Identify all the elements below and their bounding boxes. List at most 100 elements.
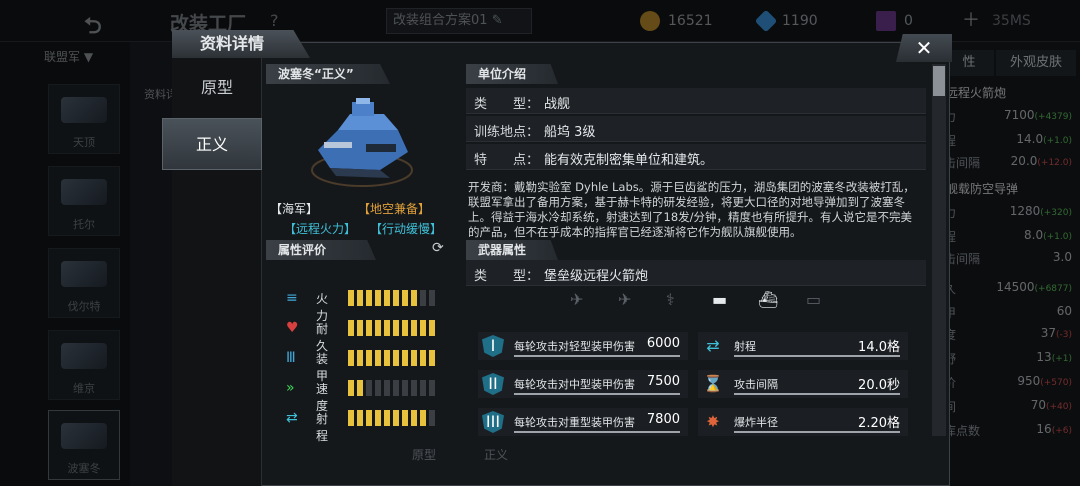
heart-icon: ♥ (286, 320, 299, 336)
stat-bar-segment (429, 320, 435, 336)
stat-bar (348, 410, 435, 426)
light-armor-icon: I (482, 335, 504, 357)
stat-underline (514, 393, 680, 395)
helicopter-icon: ⚕ (666, 290, 675, 309)
weapon-stat-label: 每轮攻击对重型装甲伤害 (514, 416, 635, 429)
stat-bar-segment (402, 290, 408, 306)
range-icon: ⇄ (286, 410, 298, 426)
intro-feature: 特 点： 能有效克制密集单位和建筑。 (466, 144, 926, 170)
tag-slow: 【行动缓慢】 (370, 222, 443, 236)
stat-bar-segment (420, 350, 426, 366)
intro-header: 单位介绍 (466, 64, 558, 84)
firepower-icon: ≡ (286, 290, 298, 306)
heavy-armor-icon: III (482, 411, 504, 433)
tag-navy: 【海军】 (270, 202, 319, 216)
stat-label: 耐久 (316, 322, 329, 353)
variant-tabs: 原型 正义 (162, 58, 262, 486)
stat-bar-segment (393, 350, 399, 366)
scroll-thumb[interactable] (933, 66, 945, 96)
stat-bar-segment (357, 350, 363, 366)
stat-bar (348, 350, 435, 366)
stat-bar-segment (375, 410, 381, 426)
stat-label: 速度 (316, 382, 329, 413)
weapon-stat-value: 7500 (646, 374, 680, 389)
intro-key: 特 点： (474, 153, 540, 168)
weapon-stat-value: 6000 (646, 336, 680, 351)
weapon-type-key: 类 型： (474, 269, 540, 284)
stat-bar-segment (429, 380, 435, 396)
close-icon: ✕ (915, 36, 933, 60)
range-icon: ⇄ (706, 336, 720, 355)
stat-bar-segment (420, 290, 426, 306)
weapon-stat-value: 14.0格 (858, 340, 900, 355)
intro-location: 训练地点： 船坞 3级 (466, 116, 926, 142)
stat-bar-segment (393, 410, 399, 426)
weapon-stat: II 每轮攻击对中型装甲伤害 7500 (478, 370, 688, 398)
fighter-icon: ✈ (570, 290, 584, 309)
intro-value: 船坞 3级 (544, 125, 596, 140)
stat-underline (734, 355, 900, 357)
scrollbar[interactable] (932, 64, 946, 436)
stat-underline (514, 431, 680, 433)
weapon-stat-label: 每轮攻击对轻型装甲伤害 (514, 340, 635, 353)
stat-bar-segment (420, 320, 426, 336)
stat-bar-segment (402, 380, 408, 396)
stat-bar-segment (393, 290, 399, 306)
stat-bar-segment (366, 320, 372, 336)
weapon-header: 武器属性 (466, 240, 558, 260)
stat-bar-segment (366, 380, 372, 396)
weapon-stat: III 每轮攻击对重型装甲伤害 7800 (478, 408, 688, 436)
stat-bar-segment (357, 290, 363, 306)
weapon-stat-label: 每轮攻击对中型装甲伤害 (514, 378, 635, 391)
attr-header: 属性评价 (266, 240, 376, 260)
weapon-stat-label: 射程 (734, 340, 756, 353)
stat-bar-segment (384, 290, 390, 306)
stat-underline (734, 431, 900, 433)
weapon-stat-value: 2.20格 (858, 416, 900, 431)
unit-description: 开发商：戴勒实验室 Dyhle Labs。源于巨齿鲨的压力，湖岛集团的波塞冬改装… (468, 180, 915, 239)
weapon-type: 类 型： 堡垒级远程火箭炮 (466, 260, 926, 286)
stat-bar-segment (402, 350, 408, 366)
refresh-icon[interactable]: ⟳ (432, 240, 452, 260)
stat-bar-segment (420, 410, 426, 426)
stat-bar-segment (411, 410, 417, 426)
stat-bar-segment (429, 350, 435, 366)
stat-label: 射程 (316, 412, 329, 443)
intro-type: 类 型： 战舰 (466, 88, 926, 114)
stat-underline (514, 355, 680, 357)
bottom-tab-prototype: 原型 (412, 448, 437, 462)
stat-bar-segment (375, 380, 381, 396)
stat-bar-segment (357, 410, 363, 426)
weapon-stat: I 每轮攻击对轻型装甲伤害 6000 (478, 332, 688, 360)
weapon-stat: ⇄ 射程 14.0格 (698, 332, 908, 360)
tag-long-range: 【远程火力】 (284, 222, 357, 236)
stat-bar-segment (348, 320, 354, 336)
intro-value: 战舰 (544, 97, 571, 112)
speed-icon: » (286, 380, 295, 396)
stat-bar-segment (375, 290, 381, 306)
stat-bar-segment (366, 410, 372, 426)
submarine-icon: ▭ (806, 290, 822, 309)
tank-icon: ▬ (712, 290, 728, 309)
stat-bar-segment (375, 320, 381, 336)
tab-justice[interactable]: 正义 (162, 118, 262, 170)
stat-underline (734, 393, 900, 395)
tag-anti-air: 【地空兼备】 (358, 202, 431, 216)
stat-bar-segment (384, 350, 390, 366)
intro-key: 类 型： (474, 97, 540, 112)
armor-icon: Ⅲ (286, 350, 296, 366)
bottom-tab-justice: 正义 (484, 448, 509, 462)
stat-bar-segment (411, 320, 417, 336)
stat-bar-segment (393, 320, 399, 336)
tab-prototype[interactable]: 原型 (172, 62, 262, 114)
close-button[interactable]: ✕ (896, 34, 952, 62)
weapon-stat: ⌛ 攻击间隔 20.0秒 (698, 370, 908, 398)
bomber-icon: ✈ (618, 290, 632, 309)
weapon-stat-value: 20.0秒 (858, 378, 900, 393)
weapon-stat: ✸ 爆炸半径 2.20格 (698, 408, 908, 436)
stat-bar-segment (402, 410, 408, 426)
weapon-stat-label: 爆炸半径 (734, 416, 778, 429)
stat-label: 火力 (316, 292, 329, 323)
ship-icon: ⛴ (758, 290, 779, 309)
stat-bar (348, 320, 435, 336)
